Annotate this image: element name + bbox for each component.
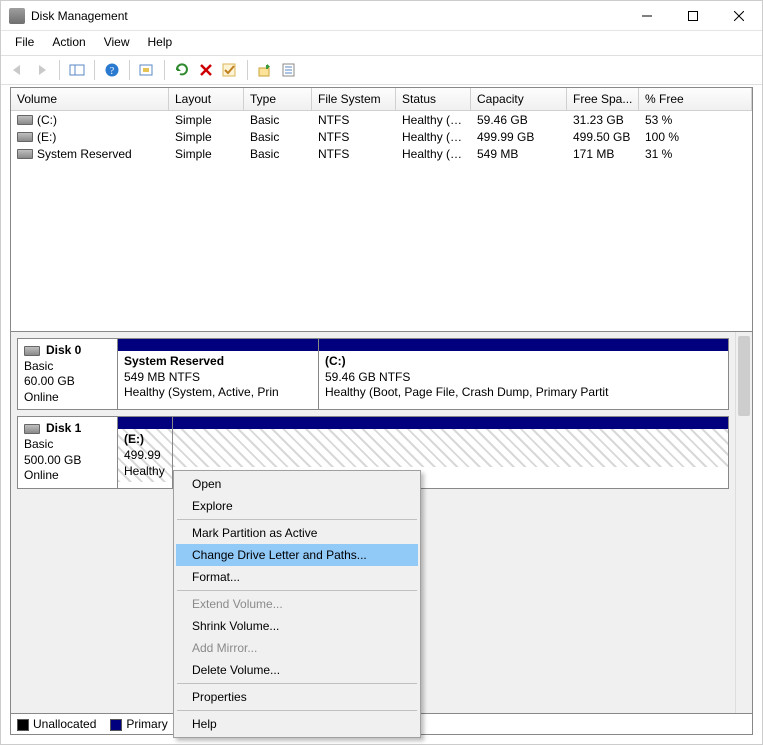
svg-text:?: ? — [110, 66, 115, 77]
volume-row[interactable]: (C:)SimpleBasicNTFSHealthy (B...59.46 GB… — [11, 111, 752, 128]
ctx-change-letter[interactable]: Change Drive Letter and Paths... — [176, 544, 418, 566]
menu-view[interactable]: View — [96, 33, 138, 51]
close-button[interactable] — [716, 1, 762, 31]
disk-icon — [24, 424, 40, 434]
ctx-delete[interactable]: Delete Volume... — [176, 659, 418, 681]
scrollbar-thumb[interactable] — [738, 336, 750, 416]
ctx-explore[interactable]: Explore — [176, 495, 418, 517]
forward-button[interactable] — [31, 59, 53, 81]
volume-row[interactable]: (E:)SimpleBasicNTFSHealthy (P...499.99 G… — [11, 128, 752, 145]
drive-icon — [17, 115, 33, 125]
drive-icon — [17, 132, 33, 142]
disk-label[interactable]: Disk 1Basic500.00 GBOnline — [18, 417, 118, 487]
col-capacity[interactable]: Capacity — [471, 88, 567, 110]
menu-file[interactable]: File — [7, 33, 42, 51]
check-button[interactable] — [219, 59, 241, 81]
col-status[interactable]: Status — [396, 88, 471, 110]
toolbar-separator — [247, 60, 248, 80]
toolbar-separator — [94, 60, 95, 80]
toolbar-separator — [129, 60, 130, 80]
col-pctfree[interactable]: % Free — [639, 88, 752, 110]
ctx-shrink[interactable]: Shrink Volume... — [176, 615, 418, 637]
context-menu: Open Explore Mark Partition as Active Ch… — [173, 470, 421, 738]
window-title: Disk Management — [31, 9, 128, 23]
delete-button[interactable] — [195, 59, 217, 81]
disk-partitions: System Reserved549 MB NTFSHealthy (Syste… — [118, 339, 728, 409]
col-layout[interactable]: Layout — [169, 88, 244, 110]
ctx-add-mirror[interactable]: Add Mirror... — [176, 637, 418, 659]
refresh-button[interactable] — [171, 59, 193, 81]
legend-unallocated: Unallocated — [17, 717, 96, 731]
show-hide-button[interactable] — [66, 59, 88, 81]
menu-bar: File Action View Help — [1, 31, 762, 55]
toolbar-separator — [59, 60, 60, 80]
menu-help[interactable]: Help — [140, 33, 181, 51]
volume-row[interactable]: System ReservedSimpleBasicNTFSHealthy (S… — [11, 145, 752, 162]
minimize-button[interactable] — [624, 1, 670, 31]
properties-button[interactable] — [278, 59, 300, 81]
ctx-open[interactable]: Open — [176, 473, 418, 495]
app-icon — [9, 8, 25, 24]
ctx-format[interactable]: Format... — [176, 566, 418, 588]
partition[interactable]: (E:)499.99Healthy — [118, 417, 172, 487]
menu-action[interactable]: Action — [44, 33, 93, 51]
help-button[interactable]: ? — [101, 59, 123, 81]
toolbar: ? — [1, 55, 762, 85]
disk-row: Disk 0Basic60.00 GBOnlineSystem Reserved… — [17, 338, 729, 410]
disk-icon — [24, 346, 40, 356]
vertical-scrollbar[interactable] — [735, 332, 752, 713]
drive-icon — [17, 149, 33, 159]
ctx-help[interactable]: Help — [176, 713, 418, 735]
title-bar: Disk Management — [1, 1, 762, 31]
back-button[interactable] — [7, 59, 29, 81]
col-freespace[interactable]: Free Spa... — [567, 88, 639, 110]
ctx-mark-active[interactable]: Mark Partition as Active — [176, 522, 418, 544]
col-type[interactable]: Type — [244, 88, 312, 110]
disk-label[interactable]: Disk 0Basic60.00 GBOnline — [18, 339, 118, 409]
volume-list-header: Volume Layout Type File System Status Ca… — [11, 88, 752, 111]
col-filesystem[interactable]: File System — [312, 88, 396, 110]
maximize-button[interactable] — [670, 1, 716, 31]
ctx-properties[interactable]: Properties — [176, 686, 418, 708]
partition[interactable]: (C:)59.46 GB NTFSHealthy (Boot, Page Fil… — [318, 339, 728, 409]
toolbar-separator — [164, 60, 165, 80]
up-button[interactable] — [254, 59, 276, 81]
volume-list[interactable]: (C:)SimpleBasicNTFSHealthy (B...59.46 GB… — [11, 111, 752, 331]
ctx-extend[interactable]: Extend Volume... — [176, 593, 418, 615]
settings-button[interactable] — [136, 59, 158, 81]
legend-primary: Primary — [110, 717, 167, 731]
partition[interactable]: System Reserved549 MB NTFSHealthy (Syste… — [118, 339, 318, 409]
col-volume[interactable]: Volume — [11, 88, 169, 110]
